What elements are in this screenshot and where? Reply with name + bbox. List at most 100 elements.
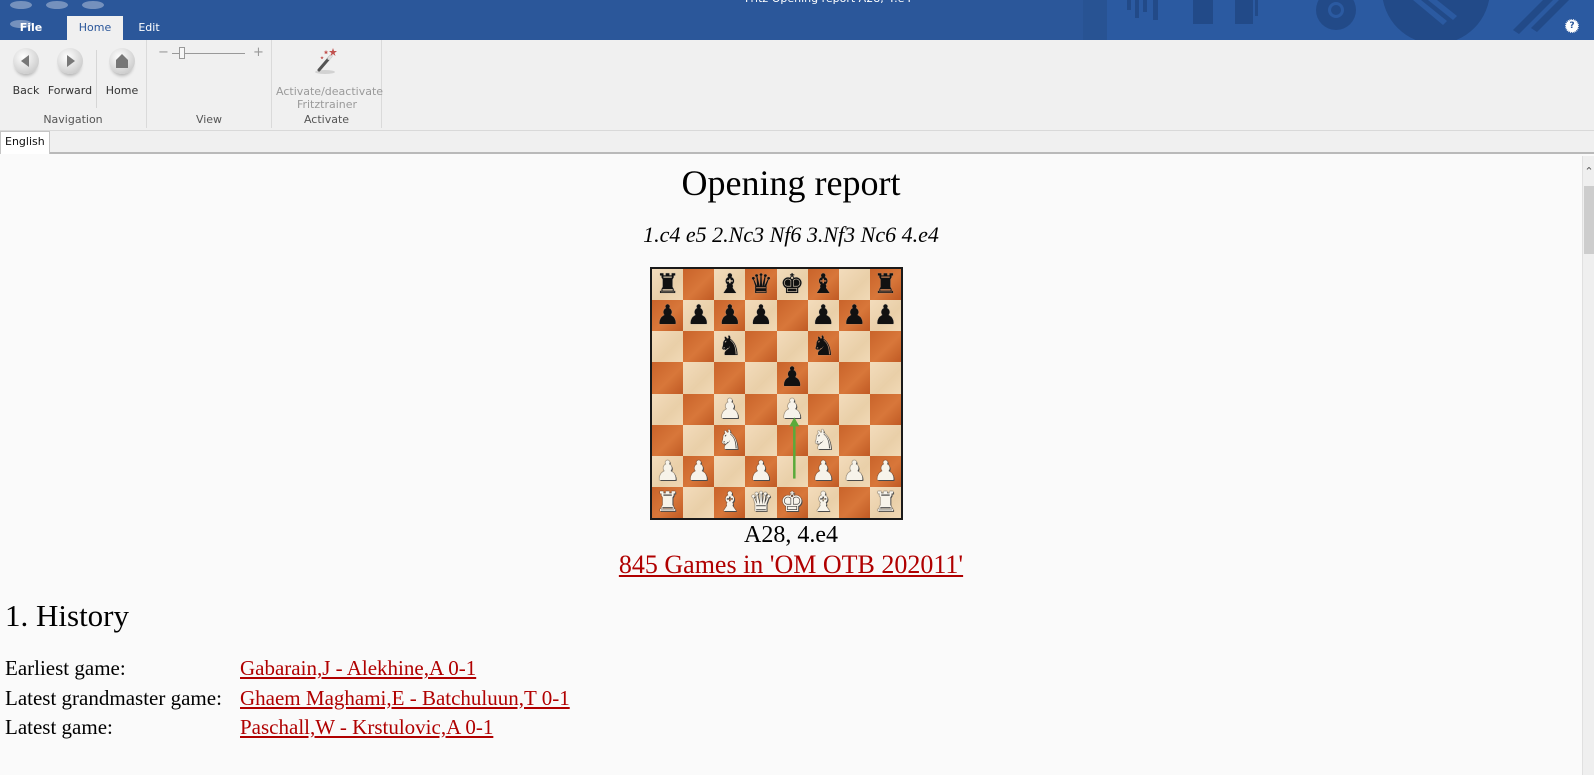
white-knight-icon[interactable]: ♞ <box>718 426 742 454</box>
tab-edit[interactable]: Edit <box>128 16 170 40</box>
square-c6[interactable]: ♞ <box>714 331 746 363</box>
square-e3[interactable] <box>776 424 808 456</box>
black-pawn-icon[interactable]: ♟ <box>780 364 804 391</box>
square-f5[interactable] <box>807 362 839 394</box>
chess-board[interactable]: ♜ ♝ ♛ ♚ ♝ ♜ ♟ ♟ ♟ ♟ ♟ ♟ ♟ ♞ ♞ ♟ ♟ ♟ ♞ ♞ ♟ ♟ ♟ ♟ ♟ ♟ ♜ ♝ ♛ ♚ ♝ ♜ <box>650 267 903 520</box>
square-b4[interactable] <box>683 393 715 425</box>
square-b8[interactable] <box>683 269 715 301</box>
square-a8[interactable]: ♜ <box>652 269 684 301</box>
back-button[interactable]: Back <box>10 48 42 97</box>
square-c5[interactable] <box>714 362 746 394</box>
square-d3[interactable] <box>745 424 777 456</box>
zoom-slider-thumb[interactable] <box>178 47 185 59</box>
square-e6[interactable] <box>776 331 808 363</box>
white-pawn-icon[interactable]: ♟ <box>842 457 866 485</box>
square-f6[interactable]: ♞ <box>807 331 839 363</box>
forward-button[interactable]: Forward <box>46 48 94 97</box>
white-bishop-icon[interactable]: ♝ <box>811 488 835 516</box>
square-d7[interactable]: ♟ <box>745 300 777 332</box>
square-c7[interactable]: ♟ <box>714 300 746 332</box>
help-icon[interactable]: ? <box>1565 19 1579 33</box>
square-e5[interactable]: ♟ <box>776 362 808 394</box>
square-e8[interactable]: ♚ <box>776 269 808 301</box>
white-pawn-icon[interactable]: ♟ <box>749 457 773 485</box>
square-d8[interactable]: ♛ <box>745 269 777 301</box>
white-rook-icon[interactable]: ♜ <box>655 488 679 516</box>
square-b7[interactable]: ♟ <box>683 300 715 332</box>
white-pawn-icon[interactable]: ♟ <box>811 457 835 485</box>
square-f8[interactable]: ♝ <box>807 269 839 301</box>
square-a2[interactable]: ♟ <box>652 455 684 487</box>
zoom-in-button[interactable]: + <box>253 45 264 60</box>
square-c1[interactable]: ♝ <box>714 486 746 518</box>
black-knight-icon[interactable]: ♞ <box>811 333 835 360</box>
square-g4[interactable] <box>838 393 870 425</box>
square-h6[interactable] <box>869 331 901 363</box>
square-b2[interactable]: ♟ <box>683 455 715 487</box>
activate-fritztrainer-button[interactable]: Activate/deactivate Fritztrainer <box>276 46 383 111</box>
games-database-link[interactable]: 845 Games in 'OM OTB 202011' <box>619 550 963 579</box>
square-c3[interactable]: ♞ <box>714 424 746 456</box>
black-rook-icon[interactable]: ♜ <box>655 271 679 298</box>
square-h5[interactable] <box>869 362 901 394</box>
home-button[interactable]: Home <box>104 48 140 97</box>
square-d1[interactable]: ♛ <box>745 486 777 518</box>
square-c8[interactable]: ♝ <box>714 269 746 301</box>
white-pawn-icon[interactable]: ♟ <box>780 395 804 423</box>
square-h7[interactable]: ♟ <box>869 300 901 332</box>
earliest-game-link[interactable]: Gabarain,J - Alekhine,A 0-1 <box>240 654 476 684</box>
black-king-icon[interactable]: ♚ <box>780 271 804 298</box>
square-g2[interactable]: ♟ <box>838 455 870 487</box>
square-f2[interactable]: ♟ <box>807 455 839 487</box>
black-pawn-icon[interactable]: ♟ <box>873 302 897 329</box>
square-b5[interactable] <box>683 362 715 394</box>
black-pawn-icon[interactable]: ♟ <box>687 302 711 329</box>
scroll-up-button[interactable]: ⌃ <box>1583 166 1594 178</box>
black-queen-icon[interactable]: ♛ <box>749 271 773 298</box>
white-pawn-icon[interactable]: ♟ <box>873 457 897 485</box>
black-bishop-icon[interactable]: ♝ <box>718 271 742 298</box>
black-pawn-icon[interactable]: ♟ <box>842 302 866 329</box>
white-king-icon[interactable]: ♚ <box>780 488 804 516</box>
black-bishop-icon[interactable]: ♝ <box>811 271 835 298</box>
vertical-scrollbar[interactable]: ⌃ <box>1582 156 1594 775</box>
square-g3[interactable] <box>838 424 870 456</box>
square-f3[interactable]: ♞ <box>807 424 839 456</box>
white-pawn-icon[interactable]: ♟ <box>718 395 742 423</box>
white-bishop-icon[interactable]: ♝ <box>718 488 742 516</box>
square-a7[interactable]: ♟ <box>652 300 684 332</box>
black-pawn-icon[interactable]: ♟ <box>749 302 773 329</box>
square-b6[interactable] <box>683 331 715 363</box>
square-f1[interactable]: ♝ <box>807 486 839 518</box>
square-e7[interactable] <box>776 300 808 332</box>
square-h1[interactable]: ♜ <box>869 486 901 518</box>
black-knight-icon[interactable]: ♞ <box>718 333 742 360</box>
square-g8[interactable] <box>838 269 870 301</box>
tab-english[interactable]: English <box>0 131 50 154</box>
square-e2[interactable] <box>776 455 808 487</box>
black-rook-icon[interactable]: ♜ <box>873 271 897 298</box>
square-b1[interactable] <box>683 486 715 518</box>
square-a4[interactable] <box>652 393 684 425</box>
square-g1[interactable] <box>838 486 870 518</box>
square-h8[interactable]: ♜ <box>869 269 901 301</box>
square-e1[interactable]: ♚ <box>776 486 808 518</box>
scrollbar-thumb[interactable] <box>1584 186 1594 254</box>
square-e4[interactable]: ♟ <box>776 393 808 425</box>
zoom-out-button[interactable]: − <box>158 45 169 60</box>
tab-file[interactable]: File <box>14 16 48 40</box>
square-c2[interactable] <box>714 455 746 487</box>
tab-home[interactable]: Home <box>67 16 123 40</box>
latest-game-link[interactable]: Paschall,W - Krstulovic,A 0-1 <box>240 713 493 743</box>
white-pawn-icon[interactable]: ♟ <box>687 457 711 485</box>
square-d6[interactable] <box>745 331 777 363</box>
zoom-slider[interactable] <box>172 47 245 59</box>
square-h4[interactable] <box>869 393 901 425</box>
square-f7[interactable]: ♟ <box>807 300 839 332</box>
white-queen-icon[interactable]: ♛ <box>749 488 773 516</box>
square-a3[interactable] <box>652 424 684 456</box>
square-d4[interactable] <box>745 393 777 425</box>
square-a1[interactable]: ♜ <box>652 486 684 518</box>
square-g7[interactable]: ♟ <box>838 300 870 332</box>
square-f4[interactable] <box>807 393 839 425</box>
